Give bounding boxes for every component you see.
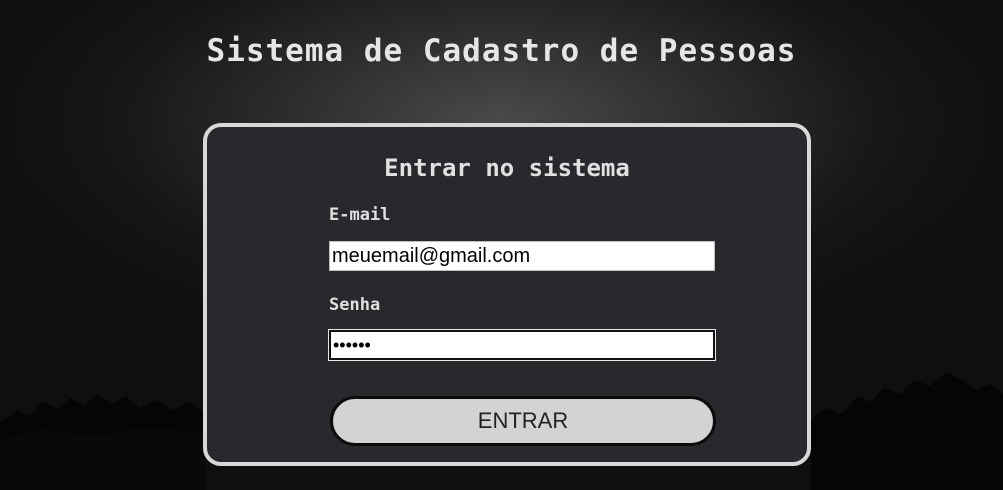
login-heading: Entrar no sistema (384, 154, 630, 182)
page-title: Sistema de Cadastro de Pessoas (206, 33, 797, 69)
email-label: E-mail (329, 205, 391, 225)
password-field[interactable] (329, 330, 715, 360)
password-label: Senha (329, 295, 381, 315)
email-field[interactable] (329, 241, 715, 271)
login-card: Entrar no sistema E-mail Senha ENTRAR (203, 123, 811, 466)
enter-button[interactable]: ENTRAR (330, 396, 716, 446)
